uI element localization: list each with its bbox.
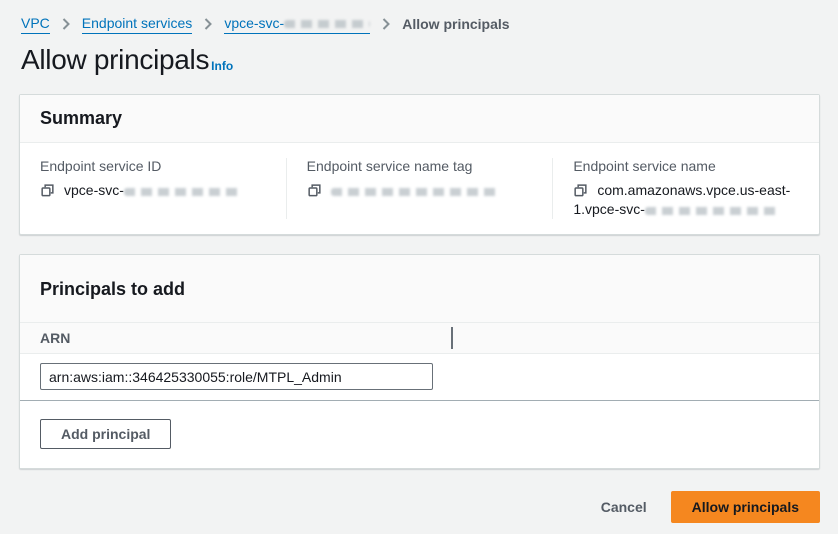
cancel-button[interactable]: Cancel: [587, 493, 661, 521]
summary-title: Summary: [40, 108, 799, 129]
redacted-value: [124, 188, 242, 196]
field-label: Endpoint service name: [573, 158, 799, 174]
chevron-right-icon: [382, 18, 390, 30]
form-actions: Cancel Allow principals: [19, 491, 820, 523]
field-label: Endpoint service name tag: [307, 158, 533, 174]
arn-input[interactable]: [40, 363, 433, 390]
page-header: Allow principals Info: [0, 45, 838, 76]
redacted-value: [284, 20, 370, 28]
breadcrumb-link-service-id[interactable]: vpce-svc-: [224, 15, 370, 34]
breadcrumb-service-id-prefix: vpce-svc-: [224, 15, 284, 31]
copy-icon[interactable]: [307, 183, 322, 198]
arn-column-header: ARN: [40, 330, 70, 346]
summary-field-endpoint-service-id: Endpoint service ID vpce-svc-: [20, 158, 286, 219]
principals-card-header: Principals to add: [20, 255, 819, 323]
breadcrumb-link-vpc[interactable]: VPC: [21, 15, 50, 34]
field-value-prefix: vpce-svc-: [64, 182, 124, 198]
field-value: vpce-svc-: [40, 181, 266, 200]
summary-card: Summary Endpoint service ID vpce-svc- En…: [19, 94, 820, 235]
allow-principals-button[interactable]: Allow principals: [671, 491, 820, 523]
column-resize-handle[interactable]: [451, 327, 453, 349]
summary-card-header: Summary: [20, 95, 819, 143]
breadcrumb-link-endpoint-services[interactable]: Endpoint services: [82, 15, 193, 34]
table-header-row: ARN: [20, 323, 819, 354]
info-link[interactable]: Info: [211, 59, 233, 73]
field-value: [307, 181, 533, 200]
field-label: Endpoint service ID: [40, 158, 266, 174]
chevron-right-icon: [62, 18, 70, 30]
breadcrumb: VPC Endpoint services vpce-svc- Allow pr…: [0, 0, 838, 34]
redacted-value: [331, 188, 499, 196]
principals-to-add-card: Principals to add ARN Add principal: [19, 254, 820, 469]
summary-grid: Endpoint service ID vpce-svc- Endpoint s…: [20, 143, 819, 234]
breadcrumb-current-page: Allow principals: [402, 16, 509, 32]
redacted-value: [645, 207, 778, 215]
copy-icon[interactable]: [573, 183, 588, 198]
arn-input-row: [20, 354, 819, 401]
page-title: Allow principals: [21, 45, 209, 76]
field-value: com.amazonaws.vpce.us-east-1.vpce-svc-: [573, 181, 799, 219]
principals-title: Principals to add: [40, 279, 799, 300]
chevron-right-icon: [204, 18, 212, 30]
copy-icon[interactable]: [40, 183, 55, 198]
summary-field-endpoint-service-name-tag: Endpoint service name tag: [286, 158, 553, 219]
summary-field-endpoint-service-name: Endpoint service name com.amazonaws.vpce…: [552, 158, 819, 219]
table-footer: Add principal: [20, 401, 819, 468]
add-principal-button[interactable]: Add principal: [40, 419, 171, 449]
